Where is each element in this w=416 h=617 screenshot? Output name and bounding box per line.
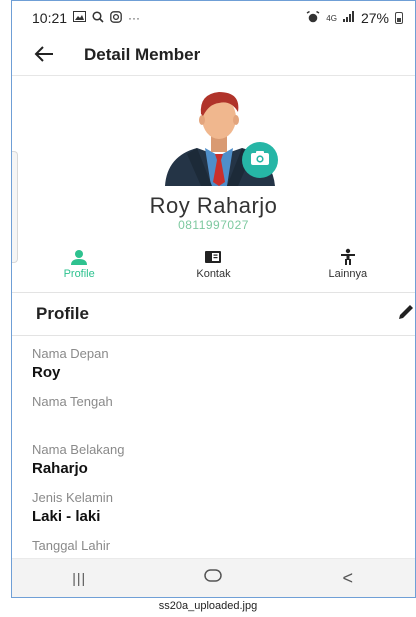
back-button[interactable] — [16, 35, 72, 75]
tab-profile[interactable]: Profile — [12, 247, 146, 289]
field-label: Tanggal Lahir — [32, 538, 111, 553]
member-name: Roy Raharjo — [149, 193, 278, 218]
back-icon: < — [342, 567, 354, 588]
field-nama-belakang: Nama Belakang Raharjo — [32, 442, 415, 490]
recents-button[interactable]: ||| — [49, 563, 109, 593]
system-nav-bar: ||| < — [12, 558, 415, 597]
signal-icon — [342, 11, 355, 25]
field-label: Nama Depan — [32, 346, 109, 361]
change-photo-button[interactable] — [242, 142, 278, 178]
status-bar-right: 4G 27% — [306, 10, 403, 26]
home-button[interactable] — [183, 563, 243, 593]
tab-kontak[interactable]: Kontak — [146, 247, 280, 289]
tab-label-kontak: Kontak — [196, 268, 231, 280]
recents-icon: ||| — [72, 570, 87, 586]
field-value: Raharjo — [32, 460, 88, 477]
field-value: Roy — [32, 364, 61, 381]
network-type: 4G — [326, 13, 337, 23]
member-phone: 0811997027 — [178, 218, 249, 232]
field-label: Nama Belakang — [32, 442, 125, 457]
field-nama-depan: Nama Depan Roy — [32, 346, 415, 394]
camera-icon — [250, 150, 270, 171]
more-notifications: ··· — [128, 11, 141, 25]
pencil-icon — [397, 303, 415, 326]
arrow-left-icon — [34, 41, 54, 69]
app-bar: Detail Member — [12, 35, 415, 76]
field-label: Nama Tengah — [32, 394, 113, 409]
field-value: Laki - laki — [32, 508, 101, 525]
section-title: Profile — [36, 304, 89, 323]
image-icon — [73, 11, 87, 25]
status-bar: 10:21 ··· 4G 27% — [12, 1, 415, 35]
phone-screen: 10:21 ··· 4G 27% Detail Member Roy Rahar… — [11, 0, 416, 598]
field-nama-tengah: Nama Tengah — [32, 394, 415, 442]
home-icon — [204, 569, 223, 587]
tab-label-profile: Profile — [63, 268, 95, 280]
search-icon — [92, 10, 104, 26]
contact-book-icon — [204, 247, 222, 267]
field-jenis-kelamin: Jenis Kelamin Laki - laki — [32, 490, 415, 538]
profile-fields: Nama Depan Roy Nama Tengah Nama Belakang… — [32, 346, 415, 586]
tab-lainnya[interactable]: Lainnya — [281, 247, 415, 289]
status-time: 10:21 — [32, 10, 68, 26]
edit-profile-button[interactable] — [389, 301, 415, 327]
image-caption: ss20a_uploaded.jpg — [158, 600, 258, 612]
field-label: Jenis Kelamin — [32, 490, 113, 505]
field-value — [32, 412, 415, 430]
tab-label-lainnya: Lainnya — [328, 268, 368, 280]
section-header: Profile — [12, 292, 415, 336]
alarm-icon — [306, 10, 320, 26]
accessibility-icon — [340, 247, 356, 267]
status-bar-left: 10:21 ··· — [32, 10, 140, 26]
person-icon — [70, 247, 88, 267]
page-title: Detail Member — [84, 45, 201, 64]
battery-percent: 27% — [360, 10, 389, 26]
instagram-icon — [110, 10, 122, 26]
nav-back-button[interactable]: < — [318, 563, 378, 593]
battery-icon — [395, 12, 403, 24]
tab-bar: Profile Kontak Lainnya — [12, 247, 415, 289]
